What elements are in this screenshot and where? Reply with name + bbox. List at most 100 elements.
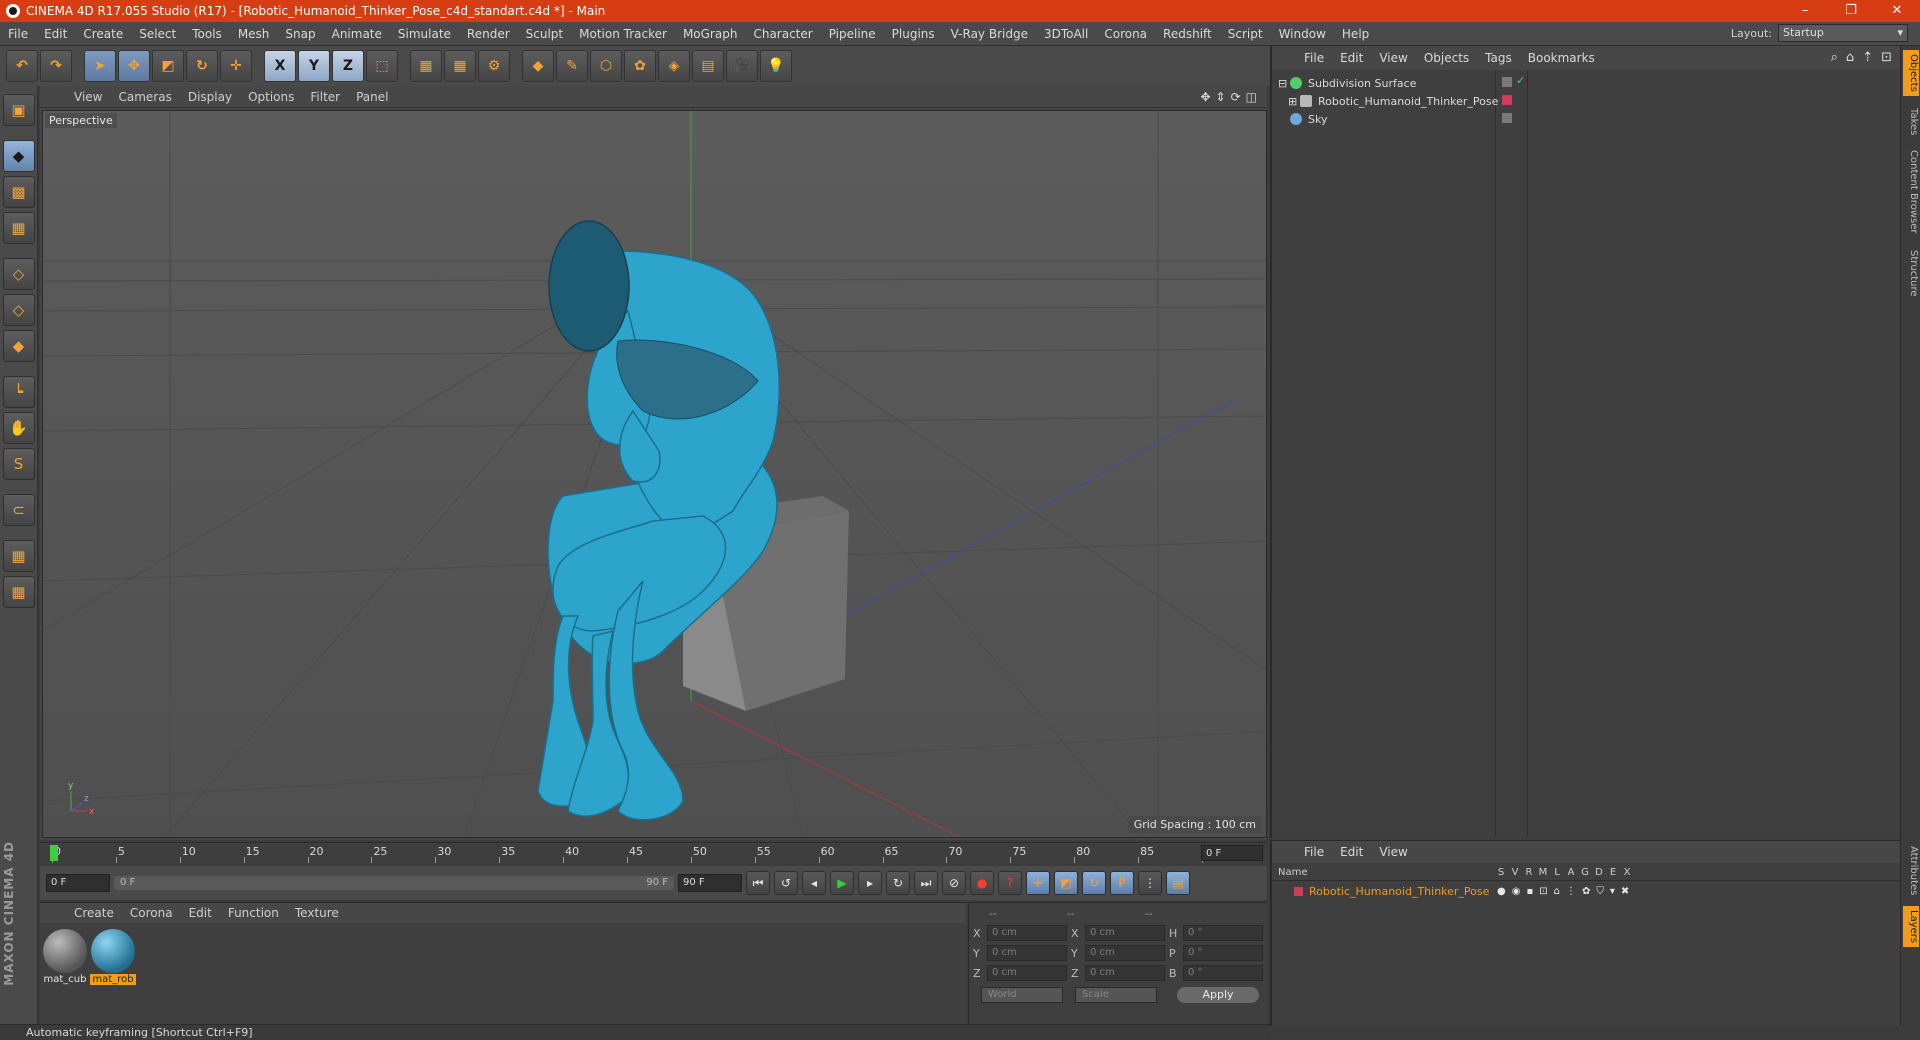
key-position-button[interactable]: ✛	[1026, 871, 1050, 895]
tab-attributes[interactable]: Attributes	[1903, 842, 1919, 899]
render-settings-button[interactable]: ⚙	[478, 50, 510, 82]
camera-button[interactable]: 🎥	[726, 50, 758, 82]
go-to-start-button[interactable]: ⏮	[746, 871, 770, 895]
x-axis-button[interactable]: X	[264, 50, 296, 82]
menu-tools[interactable]: Tools	[184, 27, 230, 41]
axis-mode-button[interactable]: ┕	[2, 376, 35, 408]
next-key-button[interactable]: ↻	[886, 871, 910, 895]
rotation-p-field[interactable]: 0 °	[1183, 945, 1263, 961]
position-z-field[interactable]: 0 cm	[987, 965, 1067, 981]
size-z-field[interactable]: 0 cm	[1085, 965, 1165, 981]
menu-window[interactable]: Window	[1271, 27, 1334, 41]
tab-structure[interactable]: Structure	[1903, 246, 1919, 301]
menu-sculpt[interactable]: Sculpt	[518, 27, 571, 41]
size-y-field[interactable]: 0 cm	[1085, 945, 1165, 961]
tab-layers[interactable]: Layers	[1903, 906, 1919, 948]
menu-3dtoall[interactable]: 3DToAll	[1036, 27, 1096, 41]
timeline-window-button[interactable]: ▤	[1166, 871, 1190, 895]
viewport-camera-label[interactable]: Perspective	[45, 113, 117, 128]
layer-row[interactable]: Robotic_Humanoid_Thinker_Pose ● ◉ ▪ ⊡ ⌂ …	[1272, 883, 1902, 899]
timeline-ruler[interactable]: 051015202530354045505560657075808590 0 F	[40, 842, 1267, 864]
deformer-button[interactable]: ◈	[658, 50, 690, 82]
menu-motion-tracker[interactable]: Motion Tracker	[571, 27, 675, 41]
material-menu-edit[interactable]: Edit	[181, 906, 220, 920]
cloner-button[interactable]: ✿	[624, 50, 656, 82]
object-row-subdivision-surface[interactable]: ⊟ Subdivision Surface	[1278, 74, 1416, 92]
record-button[interactable]: ●	[970, 871, 994, 895]
prev-frame-button[interactable]: ◂	[802, 871, 826, 895]
om-menu-file[interactable]: File	[1296, 51, 1332, 65]
scale-tool-button[interactable]: ◩	[152, 50, 184, 82]
light-button[interactable]: 💡	[760, 50, 792, 82]
size-x-field[interactable]: 0 cm	[1085, 925, 1165, 941]
coordinate-space-select[interactable]: World	[981, 987, 1063, 1003]
workplane-axis-button[interactable]: ▦	[2, 576, 35, 608]
up-arrow-icon[interactable]: ⇡	[1862, 50, 1873, 65]
next-frame-button[interactable]: ▸	[858, 871, 882, 895]
layer-name[interactable]: Robotic_Humanoid_Thinker_Pose	[1309, 885, 1497, 898]
go-to-end-button[interactable]: ⏭	[914, 871, 938, 895]
om-menu-view[interactable]: View	[1371, 51, 1415, 65]
timeline-playhead[interactable]	[50, 845, 58, 861]
toggle-view-icon[interactable]: ◫	[1246, 90, 1257, 104]
snap-button[interactable]: S	[2, 448, 35, 480]
menu-mesh[interactable]: Mesh	[230, 27, 278, 41]
material-menu-create[interactable]: Create	[66, 906, 122, 920]
object-row-sky[interactable]: Sky	[1278, 110, 1327, 128]
menu-pipeline[interactable]: Pipeline	[821, 27, 884, 41]
magnet-button[interactable]: ⊂	[2, 494, 35, 526]
viewport-menu-panel[interactable]: Panel	[348, 90, 396, 104]
restore-button[interactable]: ❐	[1828, 0, 1874, 22]
position-y-field[interactable]: 0 cm	[987, 945, 1067, 961]
floor-scene-button[interactable]: ▤	[692, 50, 724, 82]
viewport-menu-cameras[interactable]: Cameras	[110, 90, 179, 104]
move-tool-button[interactable]: ✥	[118, 50, 150, 82]
tweak-mode-button[interactable]: ✋	[2, 412, 35, 444]
om-menu-bookmarks[interactable]: Bookmarks	[1520, 51, 1603, 65]
position-x-field[interactable]: 0 cm	[987, 925, 1067, 941]
collapse-icon[interactable]: ⊟	[1278, 77, 1290, 90]
z-axis-button[interactable]: Z	[332, 50, 364, 82]
viewport-menu-filter[interactable]: Filter	[302, 90, 348, 104]
material-mat-cub[interactable]: mat_cub	[42, 929, 88, 985]
key-rotation-button[interactable]: ↻	[1082, 871, 1106, 895]
menu-edit[interactable]: Edit	[36, 27, 75, 41]
last-tool-button[interactable]: ✛	[220, 50, 252, 82]
view-eye-icon[interactable]: ◉	[1512, 886, 1521, 897]
menu-plugins[interactable]: Plugins	[884, 27, 943, 41]
menu-render[interactable]: Render	[459, 27, 518, 41]
tag-icon[interactable]	[1502, 77, 1512, 87]
size-mode-select[interactable]: Scale	[1075, 987, 1157, 1003]
menu-snap[interactable]: Snap	[277, 27, 323, 41]
tag-icon[interactable]	[1502, 113, 1512, 123]
polygons-mode-button[interactable]: ◆	[2, 330, 35, 362]
menu-redshift[interactable]: Redshift	[1155, 27, 1220, 41]
enabled-check-icon[interactable]: ✓	[1516, 74, 1525, 87]
expression-icon[interactable]: ▾	[1610, 886, 1615, 897]
model-mode-button[interactable]: ◆	[2, 140, 35, 172]
rotation-b-field[interactable]: 0 °	[1183, 965, 1263, 981]
lm-menu-file[interactable]: File	[1296, 845, 1332, 859]
home-icon[interactable]: ⌂	[1846, 50, 1854, 65]
edges-mode-button[interactable]: ◇	[2, 294, 35, 326]
menu-vray-bridge[interactable]: V-Ray Bridge	[943, 27, 1036, 41]
menu-character[interactable]: Character	[745, 27, 820, 41]
autokey-button[interactable]: ?	[998, 871, 1022, 895]
subdivision-surface-button[interactable]: ⬡	[590, 50, 622, 82]
om-menu-edit[interactable]: Edit	[1332, 51, 1371, 65]
zoom-icon[interactable]: ⇕	[1216, 90, 1226, 104]
pan-icon[interactable]: ✥	[1200, 90, 1210, 104]
tab-content-browser[interactable]: Content Browser	[1903, 146, 1919, 237]
material-menu-texture[interactable]: Texture	[287, 906, 347, 920]
key-pla-button[interactable]: ⋮	[1138, 871, 1162, 895]
menu-mograph[interactable]: MoGraph	[675, 27, 746, 41]
tab-takes[interactable]: Takes	[1903, 104, 1919, 139]
workplane-mode-button[interactable]: ▦	[2, 212, 35, 244]
play-button[interactable]: ▶	[830, 871, 854, 895]
menu-select[interactable]: Select	[131, 27, 184, 41]
material-mat-rob[interactable]: mat_rob	[90, 929, 136, 985]
viewport-menu-display[interactable]: Display	[180, 90, 240, 104]
points-mode-button[interactable]: ◇	[2, 258, 35, 290]
solo-icon[interactable]: ●	[1497, 886, 1506, 897]
workplane-lock-button[interactable]: ▦	[2, 540, 35, 572]
